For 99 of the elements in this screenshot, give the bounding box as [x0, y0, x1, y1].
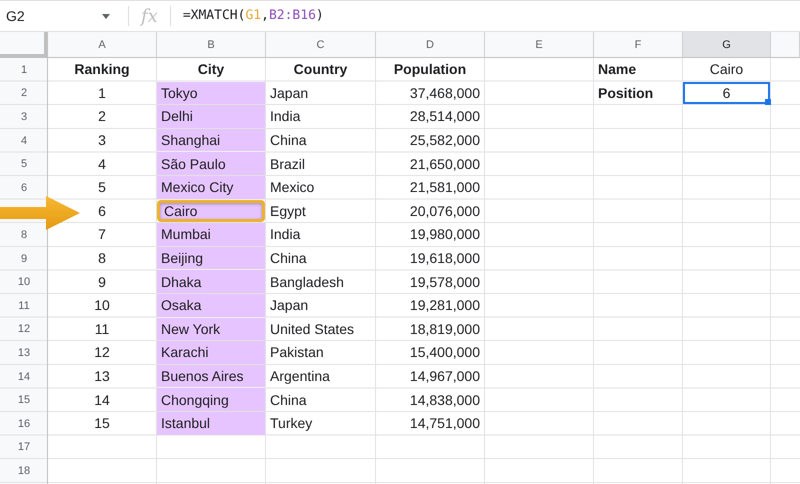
table-cell[interactable]: São Paulo [157, 152, 265, 175]
table-cell[interactable]: 15 [94, 415, 110, 432]
row-header[interactable]: 18 [18, 464, 30, 477]
name-box[interactable]: G2 [0, 8, 120, 24]
table-cell[interactable]: United States [270, 320, 354, 337]
table-cell[interactable]: 37,468,000 [410, 84, 480, 101]
table-cell[interactable]: Population [394, 61, 466, 78]
table-cell[interactable]: India [270, 108, 300, 124]
table-cell[interactable]: China [270, 250, 307, 266]
row-header[interactable]: 5 [20, 158, 28, 170]
column-header[interactable]: B [157, 32, 266, 58]
row-header[interactable]: 1 [20, 64, 28, 76]
table-cell[interactable]: 6 [98, 202, 106, 219]
table-cell[interactable]: Pakistan [270, 344, 324, 360]
select-all-corner[interactable] [0, 32, 48, 58]
table-cell[interactable]: 19,578,000 [410, 274, 480, 290]
table-cell[interactable]: Shanghai [157, 128, 265, 152]
column-header[interactable]: E [485, 32, 594, 58]
table-cell[interactable]: 14,838,000 [410, 392, 480, 408]
table-cell[interactable]: India [270, 226, 300, 242]
row-header[interactable]: 3 [20, 110, 28, 123]
column-header[interactable]: A [48, 32, 157, 58]
table-cell[interactable]: Country [294, 61, 348, 78]
table-cell[interactable]: Mexico [270, 179, 314, 196]
table-cell[interactable]: Brazil [270, 156, 306, 172]
table-cell[interactable]: Japan [270, 84, 308, 101]
table-cell[interactable]: Egypt [270, 202, 306, 219]
table-cell[interactable]: Delhi [157, 105, 265, 128]
table-cell[interactable]: China [270, 132, 307, 148]
table-cell[interactable]: Osaka [157, 294, 265, 317]
table-cell[interactable]: 19,618,000 [410, 250, 480, 266]
table-cell[interactable]: Position [598, 84, 654, 101]
table-cell[interactable]: 15,400,000 [410, 344, 480, 360]
column-header[interactable]: G [683, 32, 771, 58]
table-cell[interactable]: Name [598, 61, 636, 78]
table-cell[interactable]: Turkey [270, 415, 312, 432]
table-cell[interactable]: 6 [683, 82, 770, 104]
row-header[interactable]: 17 [18, 441, 30, 454]
table-cell[interactable]: 13 [94, 368, 110, 384]
table-cell[interactable]: 14,967,000 [410, 368, 480, 384]
row-header[interactable]: 16 [18, 418, 30, 430]
formula-field[interactable]: =XMATCH(G1,B2:B16) [178, 6, 324, 26]
table-cell[interactable]: 9 [98, 274, 106, 290]
row-header[interactable]: 10 [18, 276, 30, 288]
table-cell[interactable]: Istanbul [157, 412, 265, 434]
table-cell[interactable]: 21,581,000 [410, 179, 480, 196]
row-header[interactable]: 11 [18, 300, 30, 312]
table-cell[interactable]: 11 [94, 320, 110, 337]
table-cell[interactable]: 18,819,000 [410, 320, 480, 337]
table-cell[interactable]: 21,650,000 [410, 156, 480, 172]
row-header[interactable]: 15 [18, 394, 30, 406]
table-cell[interactable]: 4 [98, 156, 106, 172]
row-header[interactable]: 9 [20, 252, 28, 265]
table-cell[interactable]: 5 [98, 179, 106, 196]
table-cell[interactable]: 25,582,000 [410, 132, 480, 148]
row-header[interactable]: 6 [20, 182, 28, 194]
table-cell[interactable]: Beijing [157, 246, 265, 270]
table-cell[interactable]: 7 [98, 226, 106, 242]
table-cell[interactable]: Mumbai [157, 223, 265, 246]
column-header[interactable] [771, 32, 800, 58]
row-header[interactable]: 4 [20, 134, 28, 147]
table-cell[interactable]: 2 [98, 108, 106, 124]
table-cell[interactable]: Bangladesh [270, 274, 344, 290]
row-header[interactable]: 8 [20, 228, 28, 241]
table-cell[interactable]: Buenos Aires [157, 364, 265, 388]
table-cell[interactable]: Cairo [157, 200, 265, 222]
table-cell[interactable]: 14 [94, 392, 110, 408]
column-header[interactable]: F [594, 32, 683, 58]
row-header[interactable]: 12 [18, 323, 30, 336]
table-cell[interactable]: New York [157, 318, 265, 340]
row-header[interactable]: 13 [18, 346, 30, 359]
table-cell[interactable]: 10 [94, 297, 110, 314]
table-cell[interactable]: 3 [98, 132, 106, 148]
table-cell[interactable]: 8 [98, 250, 106, 266]
table-cell[interactable]: Tokyo [157, 82, 265, 104]
table-cell[interactable]: 14,751,000 [410, 415, 480, 432]
table-cell[interactable]: Karachi [157, 341, 265, 364]
table-cell[interactable]: Mexico City [157, 176, 265, 199]
table-cell[interactable]: Ranking [74, 61, 130, 78]
table-cell[interactable]: 19,980,000 [410, 226, 480, 242]
fill-handle[interactable] [765, 99, 771, 106]
table-cell[interactable]: Japan [270, 297, 308, 314]
table-cell[interactable]: 1 [98, 84, 106, 101]
function-label: fx [139, 6, 159, 26]
table-cell[interactable]: Dhaka [157, 270, 265, 293]
row-header[interactable]: 2 [20, 87, 28, 100]
column-header[interactable]: C [266, 32, 376, 58]
table-cell[interactable]: 19,281,000 [410, 297, 480, 314]
column-header[interactable]: D [376, 32, 485, 58]
table-cell[interactable]: Cairo [710, 61, 744, 78]
table-cell[interactable]: 28,514,000 [410, 108, 480, 124]
table-cell[interactable]: 12 [94, 344, 110, 360]
table-cell[interactable]: Argentina [270, 368, 330, 384]
table-cell[interactable]: City [198, 61, 224, 78]
row-header[interactable]: 14 [18, 370, 30, 383]
table-cell[interactable]: Chongqing [157, 388, 265, 411]
table-cell[interactable]: 20,076,000 [410, 202, 480, 219]
table-cell[interactable]: China [270, 392, 307, 408]
caret-icon [102, 14, 110, 18]
